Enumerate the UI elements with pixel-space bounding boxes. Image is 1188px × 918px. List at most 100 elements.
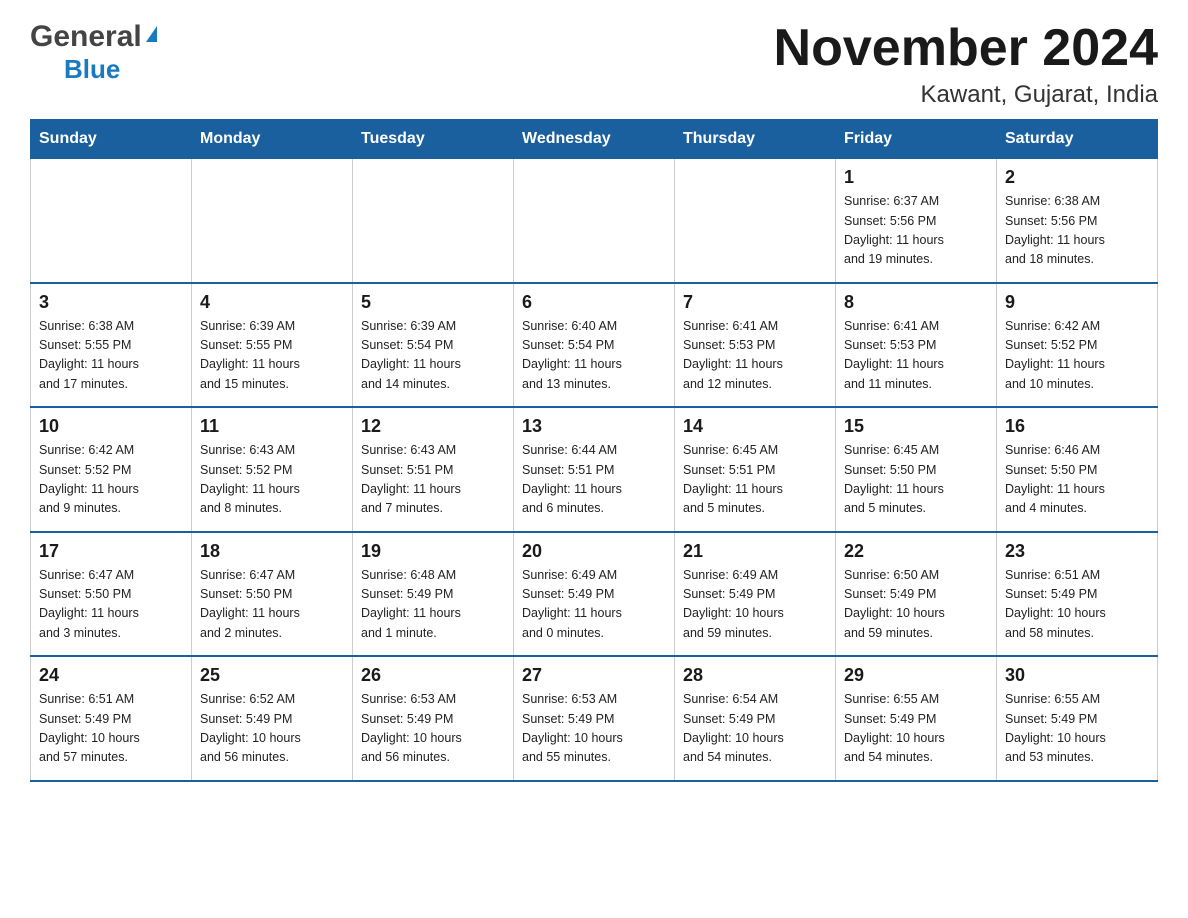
day-info: Sunrise: 6:42 AM Sunset: 5:52 PM Dayligh…	[1005, 317, 1149, 395]
day-info: Sunrise: 6:43 AM Sunset: 5:51 PM Dayligh…	[361, 441, 505, 519]
day-info: Sunrise: 6:40 AM Sunset: 5:54 PM Dayligh…	[522, 317, 666, 395]
calendar-subtitle: Kawant, Gujarat, India	[774, 81, 1158, 109]
table-row: 22Sunrise: 6:50 AM Sunset: 5:49 PM Dayli…	[836, 532, 997, 657]
header-saturday: Saturday	[997, 120, 1158, 159]
day-number: 24	[39, 665, 183, 686]
day-info: Sunrise: 6:53 AM Sunset: 5:49 PM Dayligh…	[361, 690, 505, 768]
table-row: 2Sunrise: 6:38 AM Sunset: 5:56 PM Daylig…	[997, 159, 1158, 283]
calendar-title-block: November 2024 Kawant, Gujarat, India	[774, 20, 1158, 109]
table-row: 6 Sunrise: 6:40 AM Sunset: 5:54 PM Daylig…	[514, 283, 675, 408]
day-info: Sunrise: 6:51 AM Sunset: 5:49 PM Dayligh…	[39, 690, 183, 768]
header-monday: Monday	[192, 120, 353, 159]
table-row: 1Sunrise: 6:37 AM Sunset: 5:56 PM Daylig…	[836, 159, 997, 283]
table-row	[675, 159, 836, 283]
day-info: Sunrise: 6:52 AM Sunset: 5:49 PM Dayligh…	[200, 690, 344, 768]
table-row: 8 Sunrise: 6:41 AM Sunset: 5:53 PM Daylig…	[836, 283, 997, 408]
day-info: Sunrise: 6:38 AM Sunset: 5:56 PM Dayligh…	[1005, 192, 1149, 270]
table-row	[353, 159, 514, 283]
calendar-header: Sunday Monday Tuesday Wednesday Thursday…	[31, 120, 1158, 159]
calendar-week-row: 1Sunrise: 6:37 AM Sunset: 5:56 PM Daylig…	[31, 159, 1158, 283]
table-row: 5Sunrise: 6:39 AM Sunset: 5:54 PM Daylig…	[353, 283, 514, 408]
table-row: 23 Sunrise: 6:51 AM Sunset: 5:49 PM Dayli…	[997, 532, 1158, 657]
day-number: 1	[844, 167, 988, 188]
day-number: 28	[683, 665, 827, 686]
table-row: 19Sunrise: 6:48 AM Sunset: 5:49 PM Dayli…	[353, 532, 514, 657]
day-number: 13	[522, 416, 666, 437]
calendar-week-row: 3 Sunrise: 6:38 AM Sunset: 5:55 PM Daylig…	[31, 283, 1158, 408]
table-row	[192, 159, 353, 283]
header-sunday: Sunday	[31, 120, 192, 159]
day-info: Sunrise: 6:45 AM Sunset: 5:51 PM Dayligh…	[683, 441, 827, 519]
logo-triangle-icon	[146, 26, 157, 42]
logo-blue-text: Blue	[64, 54, 120, 85]
day-number: 10	[39, 416, 183, 437]
logo-general-text: General	[30, 20, 142, 54]
day-number: 3	[39, 292, 183, 313]
day-number: 29	[844, 665, 988, 686]
table-row: 17 Sunrise: 6:47 AM Sunset: 5:50 PM Dayli…	[31, 532, 192, 657]
day-info: Sunrise: 6:47 AM Sunset: 5:50 PM Dayligh…	[39, 566, 183, 644]
table-row: 28 Sunrise: 6:54 AM Sunset: 5:49 PM Dayli…	[675, 656, 836, 781]
day-info: Sunrise: 6:38 AM Sunset: 5:55 PM Dayligh…	[39, 317, 183, 395]
table-row: 16 Sunrise: 6:46 AM Sunset: 5:50 PM Dayli…	[997, 407, 1158, 532]
day-number: 18	[200, 541, 344, 562]
day-number: 30	[1005, 665, 1149, 686]
day-number: 7	[683, 292, 827, 313]
table-row	[31, 159, 192, 283]
table-row: 7 Sunrise: 6:41 AM Sunset: 5:53 PM Daylig…	[675, 283, 836, 408]
day-number: 23	[1005, 541, 1149, 562]
day-info: Sunrise: 6:54 AM Sunset: 5:49 PM Dayligh…	[683, 690, 827, 768]
table-row: 30 Sunrise: 6:55 AM Sunset: 5:49 PM Dayli…	[997, 656, 1158, 781]
table-row: 24 Sunrise: 6:51 AM Sunset: 5:49 PM Dayli…	[31, 656, 192, 781]
day-number: 21	[683, 541, 827, 562]
calendar-table: Sunday Monday Tuesday Wednesday Thursday…	[30, 119, 1158, 782]
table-row: 15Sunrise: 6:45 AM Sunset: 5:50 PM Dayli…	[836, 407, 997, 532]
day-info: Sunrise: 6:46 AM Sunset: 5:50 PM Dayligh…	[1005, 441, 1149, 519]
table-row: 21 Sunrise: 6:49 AM Sunset: 5:49 PM Dayli…	[675, 532, 836, 657]
table-row: 18 Sunrise: 6:47 AM Sunset: 5:50 PM Dayli…	[192, 532, 353, 657]
table-row: 26 Sunrise: 6:53 AM Sunset: 5:49 PM Dayli…	[353, 656, 514, 781]
table-row: 12 Sunrise: 6:43 AM Sunset: 5:51 PM Dayli…	[353, 407, 514, 532]
day-number: 4	[200, 292, 344, 313]
calendar-title: November 2024	[774, 20, 1158, 77]
day-number: 17	[39, 541, 183, 562]
day-info: Sunrise: 6:55 AM Sunset: 5:49 PM Dayligh…	[844, 690, 988, 768]
table-row: 9Sunrise: 6:42 AM Sunset: 5:52 PM Daylig…	[997, 283, 1158, 408]
day-info: Sunrise: 6:53 AM Sunset: 5:49 PM Dayligh…	[522, 690, 666, 768]
day-info: Sunrise: 6:41 AM Sunset: 5:53 PM Dayligh…	[844, 317, 988, 395]
table-row	[514, 159, 675, 283]
day-number: 8	[844, 292, 988, 313]
day-number: 25	[200, 665, 344, 686]
day-info: Sunrise: 6:51 AM Sunset: 5:49 PM Dayligh…	[1005, 566, 1149, 644]
table-row: 14 Sunrise: 6:45 AM Sunset: 5:51 PM Dayli…	[675, 407, 836, 532]
day-info: Sunrise: 6:47 AM Sunset: 5:50 PM Dayligh…	[200, 566, 344, 644]
day-info: Sunrise: 6:43 AM Sunset: 5:52 PM Dayligh…	[200, 441, 344, 519]
day-number: 14	[683, 416, 827, 437]
day-info: Sunrise: 6:49 AM Sunset: 5:49 PM Dayligh…	[683, 566, 827, 644]
table-row: 10Sunrise: 6:42 AM Sunset: 5:52 PM Dayli…	[31, 407, 192, 532]
table-row: 13Sunrise: 6:44 AM Sunset: 5:51 PM Dayli…	[514, 407, 675, 532]
table-row: 4 Sunrise: 6:39 AM Sunset: 5:55 PM Daylig…	[192, 283, 353, 408]
day-number: 22	[844, 541, 988, 562]
calendar-week-row: 17 Sunrise: 6:47 AM Sunset: 5:50 PM Dayli…	[31, 532, 1158, 657]
page-header: General Blue November 2024 Kawant, Gujar…	[30, 20, 1158, 109]
table-row: 29 Sunrise: 6:55 AM Sunset: 5:49 PM Dayli…	[836, 656, 997, 781]
header-wednesday: Wednesday	[514, 120, 675, 159]
day-info: Sunrise: 6:49 AM Sunset: 5:49 PM Dayligh…	[522, 566, 666, 644]
table-row: 25 Sunrise: 6:52 AM Sunset: 5:49 PM Dayli…	[192, 656, 353, 781]
day-info: Sunrise: 6:39 AM Sunset: 5:54 PM Dayligh…	[361, 317, 505, 395]
day-number: 12	[361, 416, 505, 437]
calendar-week-row: 24 Sunrise: 6:51 AM Sunset: 5:49 PM Dayli…	[31, 656, 1158, 781]
day-number: 16	[1005, 416, 1149, 437]
day-info: Sunrise: 6:39 AM Sunset: 5:55 PM Dayligh…	[200, 317, 344, 395]
weekday-header-row: Sunday Monday Tuesday Wednesday Thursday…	[31, 120, 1158, 159]
day-number: 11	[200, 416, 344, 437]
table-row: 11 Sunrise: 6:43 AM Sunset: 5:52 PM Dayli…	[192, 407, 353, 532]
day-number: 26	[361, 665, 505, 686]
day-number: 6	[522, 292, 666, 313]
day-number: 27	[522, 665, 666, 686]
day-info: Sunrise: 6:55 AM Sunset: 5:49 PM Dayligh…	[1005, 690, 1149, 768]
day-info: Sunrise: 6:41 AM Sunset: 5:53 PM Dayligh…	[683, 317, 827, 395]
header-friday: Friday	[836, 120, 997, 159]
day-number: 19	[361, 541, 505, 562]
